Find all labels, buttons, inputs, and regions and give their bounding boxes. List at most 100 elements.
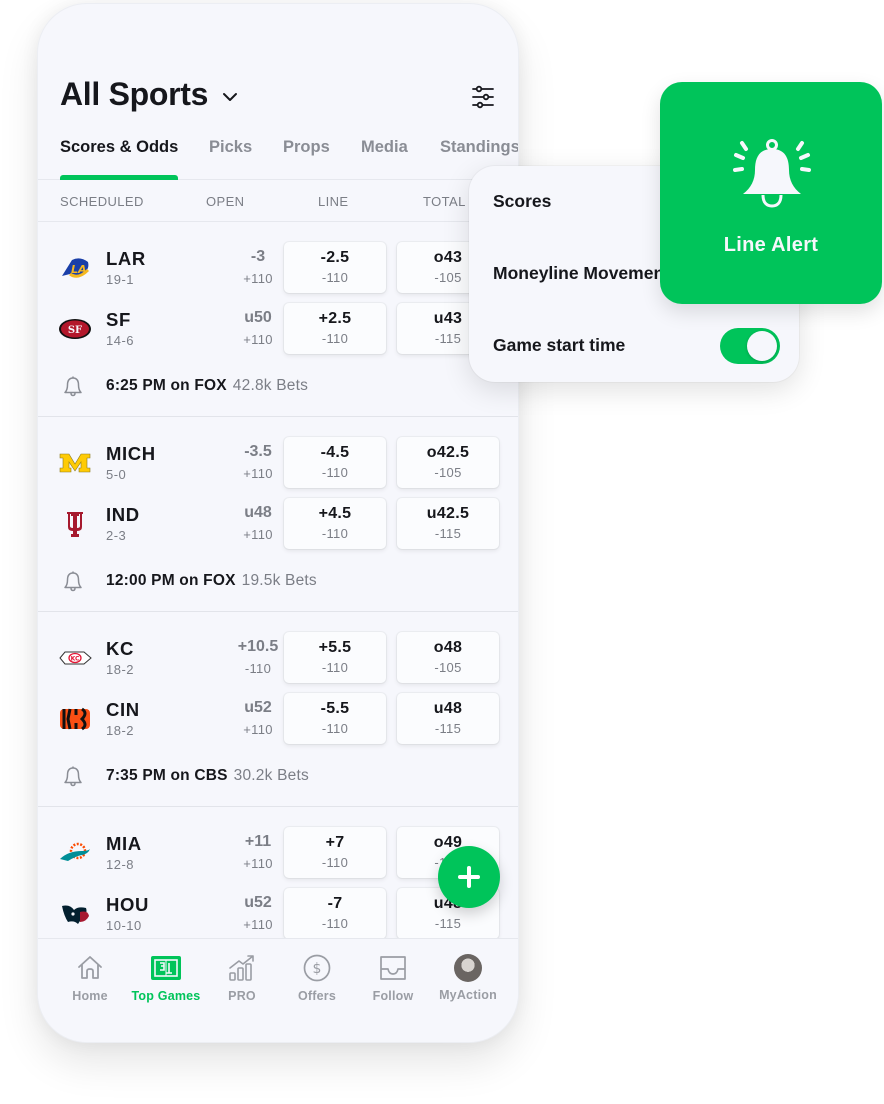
line-price: -110 xyxy=(321,465,349,480)
nav-myaction[interactable]: MyAction xyxy=(430,953,506,1002)
open-value: u52 xyxy=(244,699,272,716)
total-odds-button[interactable]: u42.5 -115 xyxy=(397,498,499,549)
team-record: 19-1 xyxy=(106,272,135,287)
line-value: -5.5 xyxy=(320,700,350,717)
line-value: +7 xyxy=(325,834,345,851)
team-abbr: HOU xyxy=(106,894,149,915)
texans-logo xyxy=(58,900,92,928)
nav-home[interactable]: Home xyxy=(52,953,128,1003)
chevron-down-icon xyxy=(223,92,238,101)
open-price: +110 xyxy=(243,917,273,932)
tab-bar: Scores & Odds Picks Props Media Standing… xyxy=(38,136,518,180)
tab-props[interactable]: Props xyxy=(283,138,330,157)
tab-picks[interactable]: Picks xyxy=(209,138,252,157)
sport-selector[interactable]: All Sports xyxy=(60,76,240,113)
dollar-icon: $ xyxy=(303,954,331,982)
dolphins-logo xyxy=(58,839,92,867)
add-button[interactable] xyxy=(438,846,500,908)
line-price: -110 xyxy=(321,721,349,736)
team-record: 5-0 xyxy=(106,467,127,482)
tab-scores-odds[interactable]: Scores & Odds xyxy=(60,138,178,157)
total-price: -115 xyxy=(434,526,462,541)
col-total: TOTAL xyxy=(423,194,466,209)
line-odds-button[interactable]: +4.5 -110 xyxy=(284,498,386,549)
line-odds-button[interactable]: -2.5 -110 xyxy=(284,242,386,293)
total-value: o42.5 xyxy=(426,444,470,461)
popup-item-game-start[interactable]: Game start time xyxy=(493,335,625,356)
game-card[interactable]: MICH 5-0 -3.5 +110 -4.5 -110 o42.5 -105 IND 2-3 u4… xyxy=(38,417,518,612)
open-value: +10.5 xyxy=(237,638,279,655)
line-price: -110 xyxy=(321,916,349,931)
col-scheduled: SCHEDULED xyxy=(60,194,144,209)
line-odds-button[interactable]: -7 -110 xyxy=(284,888,386,939)
game-meta: 6:25 PM on FOX 42.8k Bets xyxy=(62,374,308,398)
svg-text:KC: KC xyxy=(71,656,80,663)
team-record: 18-2 xyxy=(106,723,135,738)
total-odds-button[interactable]: u48 -115 xyxy=(397,693,499,744)
total-price: -105 xyxy=(434,465,462,480)
nav-follow[interactable]: Follow xyxy=(355,953,431,1003)
rams-logo: LA xyxy=(58,254,92,282)
game-start-toggle[interactable] xyxy=(720,328,780,364)
toggle-knob xyxy=(747,331,777,361)
total-value: o48 xyxy=(433,639,463,656)
open-value: -3 xyxy=(250,248,266,265)
total-price: -115 xyxy=(434,916,462,931)
total-value: u48 xyxy=(433,700,463,717)
nav-offers[interactable]: $ Offers xyxy=(279,953,355,1003)
open-value: +11 xyxy=(244,833,272,850)
line-alert-card[interactable]: Line Alert xyxy=(660,82,882,304)
bell-icon[interactable] xyxy=(62,375,84,397)
team-abbr: MIA xyxy=(106,833,142,854)
open-value: u52 xyxy=(244,894,272,911)
total-odds-button[interactable]: o42.5 -105 xyxy=(397,437,499,488)
line-price: -110 xyxy=(321,331,349,346)
sliders-icon[interactable] xyxy=(470,84,496,110)
avatar xyxy=(454,954,482,982)
game-time: 7:35 PM on CBS xyxy=(106,767,228,784)
tab-standings[interactable]: Standings xyxy=(440,138,518,157)
team-row: IND 2-3 u48 +110 +4.5 -110 u42.5 -115 xyxy=(38,498,518,550)
total-odds-button[interactable]: o48 -105 xyxy=(397,632,499,683)
team-abbr: CIN xyxy=(106,699,140,720)
team-record: 2-3 xyxy=(106,528,127,543)
indiana-logo xyxy=(58,510,92,538)
svg-text:$: $ xyxy=(313,961,322,977)
nav-pro[interactable]: PRO xyxy=(204,953,280,1003)
total-price: -105 xyxy=(434,660,462,675)
page-title: All Sports xyxy=(60,76,209,112)
line-value: -4.5 xyxy=(320,444,350,461)
team-record: 14-6 xyxy=(106,333,135,348)
open-price: +110 xyxy=(243,856,273,871)
game-meta: 12:00 PM on FOX 19.5k Bets xyxy=(62,569,317,593)
open-price: -110 xyxy=(244,661,272,676)
bet-count: 42.8k Bets xyxy=(232,377,309,394)
line-odds-button[interactable]: +2.5 -110 xyxy=(284,303,386,354)
bell-icon[interactable] xyxy=(62,765,84,787)
popup-item-moneyline[interactable]: Moneyline Movement xyxy=(493,263,670,284)
bell-icon[interactable] xyxy=(62,570,84,592)
total-price: -115 xyxy=(434,721,462,736)
popup-item-scores[interactable]: Scores xyxy=(493,191,551,212)
49ers-logo: SF xyxy=(58,315,92,343)
line-value: -2.5 xyxy=(320,249,350,266)
team-row: MICH 5-0 -3.5 +110 -4.5 -110 o42.5 -105 xyxy=(38,437,518,489)
line-odds-button[interactable]: -4.5 -110 xyxy=(284,437,386,488)
nav-top-games[interactable]: Top Games xyxy=(128,953,204,1003)
chart-up-icon xyxy=(229,955,254,981)
line-odds-button[interactable]: +7 -110 xyxy=(284,827,386,878)
line-odds-button[interactable]: -5.5 -110 xyxy=(284,693,386,744)
team-row: LA LAR 19-1 -3 +110 -2.5 -110 o43 -105 xyxy=(38,242,518,294)
phone-screen: All Sports Scores & Odds Picks Props Med… xyxy=(37,3,519,1043)
game-time: 6:25 PM on FOX xyxy=(106,377,227,394)
game-card[interactable]: KC KC 18-2 +10.5 -110 +5.5 -110 o48 -105 CIN 18-2 u… xyxy=(38,612,518,807)
bell-ringing-icon xyxy=(733,139,811,208)
col-line: LINE xyxy=(318,194,349,209)
open-price: +110 xyxy=(243,722,273,737)
game-time: 12:00 PM on FOX xyxy=(106,572,236,589)
open-value: u50 xyxy=(244,309,272,326)
line-odds-button[interactable]: +5.5 -110 xyxy=(284,632,386,683)
game-card[interactable]: LA LAR 19-1 -3 +110 -2.5 -110 o43 -105 SF SF 14-6 u5… xyxy=(38,222,518,417)
tab-media[interactable]: Media xyxy=(361,138,408,157)
svg-text:SF: SF xyxy=(68,325,82,336)
